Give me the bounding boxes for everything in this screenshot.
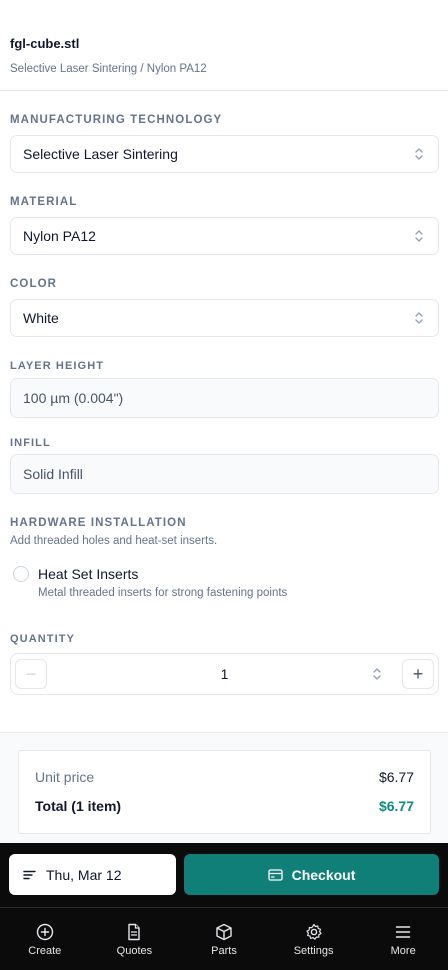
material-value: Nylon PA12: [23, 228, 96, 244]
nav-create-label: Create: [28, 945, 62, 957]
bottom-nav: Create Quotes Parts Settings More: [0, 907, 448, 970]
hardware-label: HARDWARE INSTALLATION: [10, 517, 187, 529]
chevron-up-down-icon: [415, 148, 423, 160]
infill-field: Solid Infill: [10, 454, 439, 494]
document-icon: [128, 923, 141, 941]
nav-quotes[interactable]: Quotes: [90, 908, 180, 970]
nav-more[interactable]: More: [358, 908, 448, 970]
quantity-label: QUANTITY: [10, 633, 76, 645]
technology-label: MANUFACTURING TECHNOLOGY: [10, 114, 223, 126]
menu-icon: [395, 926, 411, 938]
unit-price-label: Unit price: [35, 769, 95, 785]
checkout-button[interactable]: Checkout: [184, 854, 439, 895]
file-name: fgl-cube.stl: [10, 36, 80, 51]
nav-settings[interactable]: Settings: [269, 908, 359, 970]
color-value: White: [23, 310, 59, 326]
filter-lines-icon: [23, 870, 36, 879]
quantity-stepper: − 1 +: [10, 653, 439, 695]
color-select[interactable]: White: [10, 299, 439, 337]
material-select[interactable]: Nylon PA12: [10, 217, 439, 255]
technology-select[interactable]: Selective Laser Sintering: [10, 135, 439, 173]
file-subtitle: Selective Laser Sintering / Nylon PA12: [10, 63, 207, 75]
cube-icon: [216, 923, 232, 941]
hardware-help: Add threaded holes and heat-set inserts.: [10, 535, 218, 547]
credit-card-icon: [267, 868, 283, 881]
total-value: $6.77: [378, 798, 414, 814]
nav-settings-label: Settings: [293, 945, 334, 957]
nav-parts[interactable]: Parts: [179, 908, 269, 970]
unit-price-value: $6.77: [378, 769, 414, 785]
plus-circle-icon: [36, 923, 53, 941]
infill-label: INFILL: [10, 437, 51, 449]
nav-create[interactable]: Create: [0, 908, 90, 970]
total-row: Total (1 item) $6.77: [35, 798, 414, 814]
quantity-increment-button[interactable]: +: [402, 659, 434, 689]
color-label: COLOR: [10, 278, 58, 290]
chevron-up-down-icon: [415, 230, 423, 242]
price-summary-card: Unit price $6.77 Total (1 item) $6.77: [18, 750, 431, 834]
total-label: Total (1 item): [35, 798, 122, 814]
nav-more-label: More: [390, 945, 416, 957]
gear-icon: [305, 923, 322, 940]
layer-height-label: LAYER HEIGHT: [10, 360, 105, 372]
heat-set-inserts-radio[interactable]: [13, 566, 29, 582]
nav-parts-label: Parts: [211, 945, 237, 957]
nav-quotes-label: Quotes: [116, 945, 153, 957]
file-header: fgl-cube.stl Selective Laser Sintering /…: [0, 0, 448, 91]
material-label: MATERIAL: [10, 196, 78, 208]
heat-set-inserts-description: Metal threaded inserts for strong fasten…: [38, 587, 288, 599]
checkout-label: Checkout: [291, 866, 356, 883]
action-bar: Thu, Mar 12 Checkout: [0, 843, 448, 907]
heat-set-inserts-title[interactable]: Heat Set Inserts: [38, 566, 138, 583]
delivery-date-button[interactable]: Thu, Mar 12: [9, 854, 176, 895]
unit-price-row: Unit price $6.77: [35, 769, 414, 785]
price-summary-section: Unit price $6.77 Total (1 item) $6.77: [0, 732, 448, 843]
spinner-arrows-icon[interactable]: [372, 666, 382, 682]
delivery-date-label: Thu, Mar 12: [46, 866, 122, 883]
layer-height-field: 100 µm (0.004"): [10, 378, 439, 418]
chevron-up-down-icon: [415, 312, 423, 324]
technology-value: Selective Laser Sintering: [23, 146, 178, 162]
